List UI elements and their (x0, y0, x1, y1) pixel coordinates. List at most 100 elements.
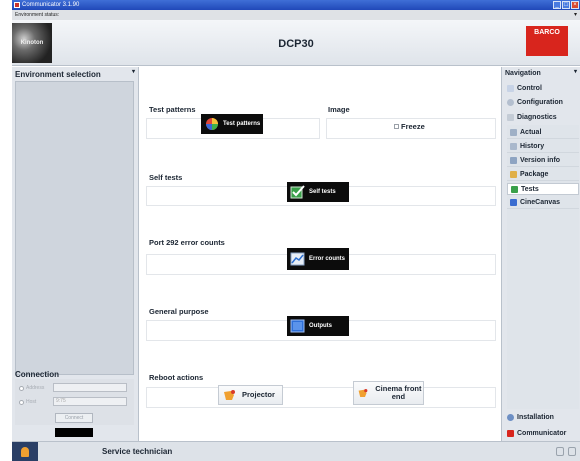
communicator-icon (507, 429, 514, 437)
freeze-checkbox-row[interactable]: Freeze (394, 122, 425, 131)
user-role: Service technician (102, 447, 173, 456)
self-tests-button[interactable]: Self tests (287, 182, 349, 202)
nav-item-label: Actual (520, 129, 542, 136)
self-tests-button-label: Self tests (309, 188, 336, 195)
package-icon (510, 171, 517, 178)
environment-selection-header: Environment selection ▾ (12, 67, 138, 79)
test-patterns-button[interactable]: Test patterns (201, 114, 263, 134)
installation-icon (507, 413, 514, 421)
environment-tree[interactable] (15, 81, 134, 375)
lock-icon[interactable] (568, 447, 576, 456)
freeze-label: Freeze (401, 122, 425, 131)
address-radio-label: Address (26, 385, 45, 391)
reboot-frame (146, 387, 496, 408)
general-purpose-heading: General purpose (149, 307, 209, 316)
test-patterns-heading: Test patterns (149, 105, 196, 114)
barco-logo: BARCO (526, 26, 568, 56)
main-content: Test patterns Test patterns Image Freeze… (140, 67, 500, 441)
app-icon (14, 2, 20, 8)
nav-item-configuration[interactable]: Configuration (504, 96, 579, 108)
user-icon (12, 442, 38, 461)
minimize-button[interactable]: _ (553, 1, 561, 9)
environment-selection-title: Environment selection (15, 70, 101, 79)
host-radio-label: Host (26, 399, 37, 405)
window-title: Communicator 3.1.90 (22, 2, 80, 8)
projector-reboot-label: Projector (242, 390, 275, 399)
power-hand-icon (358, 389, 368, 397)
control-icon (507, 84, 514, 92)
nav-item-installation[interactable]: Installation (504, 411, 579, 423)
system-tray (556, 447, 576, 456)
barco-logo-text: BARCO (534, 29, 560, 36)
actual-icon (510, 129, 517, 136)
port-292-heading: Port 292 error counts (149, 238, 225, 247)
cinema-front-end-reboot-label: Cinema front end (375, 384, 422, 401)
nav-item-label: Control (517, 84, 542, 92)
nav-item-label: Communicator (517, 429, 567, 437)
tests-icon (511, 185, 518, 193)
address-input[interactable] (53, 383, 127, 392)
status-bar: Service technician (12, 441, 580, 461)
nav-item-history[interactable]: History (507, 141, 579, 153)
nav-item-label: History (520, 143, 545, 150)
environment-status-label: Environment status: (15, 12, 60, 18)
navigation-title: Navigation (505, 70, 541, 77)
test-patterns-button-label: Test patterns (223, 120, 261, 127)
history-icon (510, 143, 517, 150)
projector-reboot-button[interactable]: Projector (218, 385, 283, 405)
window-titlebar: Communicator 3.1.90 _ □ × (12, 0, 580, 10)
maximize-button[interactable]: □ (562, 1, 570, 9)
address-radio-row[interactable]: Address (19, 385, 44, 391)
image-heading: Image (328, 105, 350, 114)
nav-item-control[interactable]: Control (504, 82, 579, 94)
address-radio[interactable] (19, 385, 24, 391)
left-panel: Environment selection ▾ Connection Addre… (12, 67, 139, 441)
color-wheel-icon (206, 118, 218, 130)
host-radio-row[interactable]: Host (19, 399, 36, 405)
nav-item-version-info[interactable]: Version info (507, 155, 579, 167)
outputs-button[interactable]: Outputs (287, 316, 349, 336)
host-radio[interactable] (19, 399, 24, 405)
cinecanvas-icon (510, 199, 517, 206)
cinema-front-end-reboot-button[interactable]: Cinema front end (353, 381, 424, 405)
checkbox-icon (290, 185, 305, 199)
error-counts-button[interactable]: Error counts (287, 248, 349, 270)
nav-item-actual[interactable]: Actual (507, 127, 579, 139)
nav-item-communicator[interactable]: Communicator (504, 427, 579, 439)
outputs-button-label: Outputs (309, 322, 332, 329)
window-controls: _ □ × (553, 1, 579, 9)
nav-item-label: Package (520, 171, 549, 178)
host-input[interactable]: 9:75 (53, 397, 127, 406)
graph-icon (290, 252, 305, 266)
nav-item-label: Diagnostics (517, 113, 557, 121)
reboot-heading: Reboot actions (149, 373, 204, 382)
error-counts-button-label: Error counts (309, 255, 346, 262)
header: Kinoton DCP30 BARCO (12, 20, 580, 66)
self-tests-heading: Self tests (149, 173, 183, 182)
diagnostics-icon (507, 113, 514, 121)
connection-indicator (55, 428, 93, 437)
device-title: DCP30 (278, 38, 314, 50)
version-info-icon (510, 157, 517, 164)
nav-item-tests[interactable]: Tests (507, 183, 579, 195)
pin-icon[interactable]: ▾ (574, 10, 577, 20)
connect-button[interactable]: Connect (55, 413, 93, 423)
freeze-checkbox[interactable] (394, 124, 399, 129)
nav-item-label: Configuration (517, 98, 563, 106)
close-button[interactable]: × (571, 1, 579, 9)
navigation-panel: Navigation ▾ Control Configuration Diagn… (501, 67, 580, 441)
nav-item-label: Installation (517, 413, 554, 421)
nav-item-package[interactable]: Package (507, 169, 579, 181)
pin-icon[interactable]: ▾ (132, 68, 135, 75)
outputs-icon (290, 319, 305, 333)
power-hand-icon (224, 390, 235, 400)
network-icon[interactable] (556, 447, 564, 456)
nav-item-cinecanvas[interactable]: CineCanvas (507, 197, 579, 209)
navigation-header: Navigation ▾ (502, 67, 580, 79)
pin-icon[interactable]: ▾ (574, 68, 577, 75)
environment-status-bar: Environment status: ▾ (12, 10, 580, 20)
diagnostics-sublist (507, 125, 579, 409)
nav-item-label: CineCanvas (520, 199, 561, 206)
nav-item-diagnostics[interactable]: Diagnostics (504, 111, 579, 123)
configuration-icon (507, 98, 514, 106)
